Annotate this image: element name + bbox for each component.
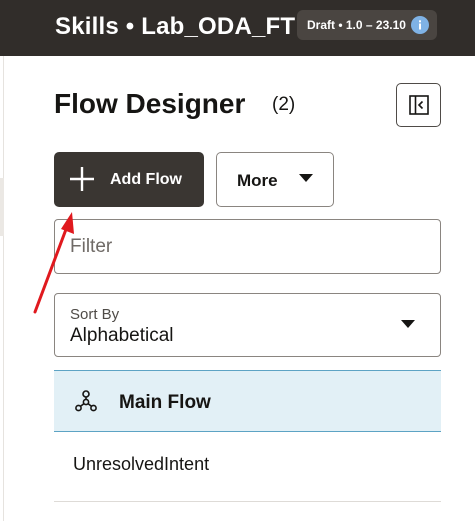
flow-list-item-main-flow[interactable]: Main Flow <box>54 370 441 432</box>
annotation-arrow <box>33 212 74 314</box>
sort-by-value: Alphabetical <box>70 325 174 346</box>
flow-label: UnresolvedIntent <box>73 454 210 474</box>
panel-title: Flow Designer <box>54 88 246 119</box>
caret-down-icon <box>401 320 415 328</box>
version-badge: Draft • 1.0 – 23.10 <box>297 10 437 40</box>
flow-list: Main Flow UnresolvedIntent <box>54 370 441 521</box>
flow-label: Main Flow <box>119 392 211 413</box>
collapse-panel-button[interactable] <box>396 83 441 127</box>
add-flow-button[interactable]: Add Flow <box>54 152 204 207</box>
skill-title: Skills • Lab_ODA_FT <box>55 13 296 40</box>
flow-list-item-unresolved-intent[interactable]: UnresolvedIntent <box>54 432 441 502</box>
caret-down-icon <box>299 174 313 182</box>
more-label: More <box>237 171 278 190</box>
version-badge-label: Draft • 1.0 – 23.10 <box>307 18 406 32</box>
more-menu-button[interactable]: More <box>216 152 334 207</box>
plus-icon <box>70 167 94 191</box>
info-icon[interactable] <box>411 16 429 34</box>
left-nav-rail-accent <box>0 178 4 236</box>
sort-by-select[interactable]: Sort By Alphabetical <box>54 293 441 357</box>
collapse-panel-icon <box>408 95 429 115</box>
add-flow-label: Add Flow <box>110 171 182 188</box>
flow-count: (2) <box>272 94 296 115</box>
top-header-bar: Skills • Lab_ODA_FT Draft • 1.0 – 23.10 <box>0 0 475 56</box>
flow-tree-icon <box>75 390 97 412</box>
left-nav-rail <box>0 56 4 521</box>
filter-input[interactable] <box>54 219 441 274</box>
